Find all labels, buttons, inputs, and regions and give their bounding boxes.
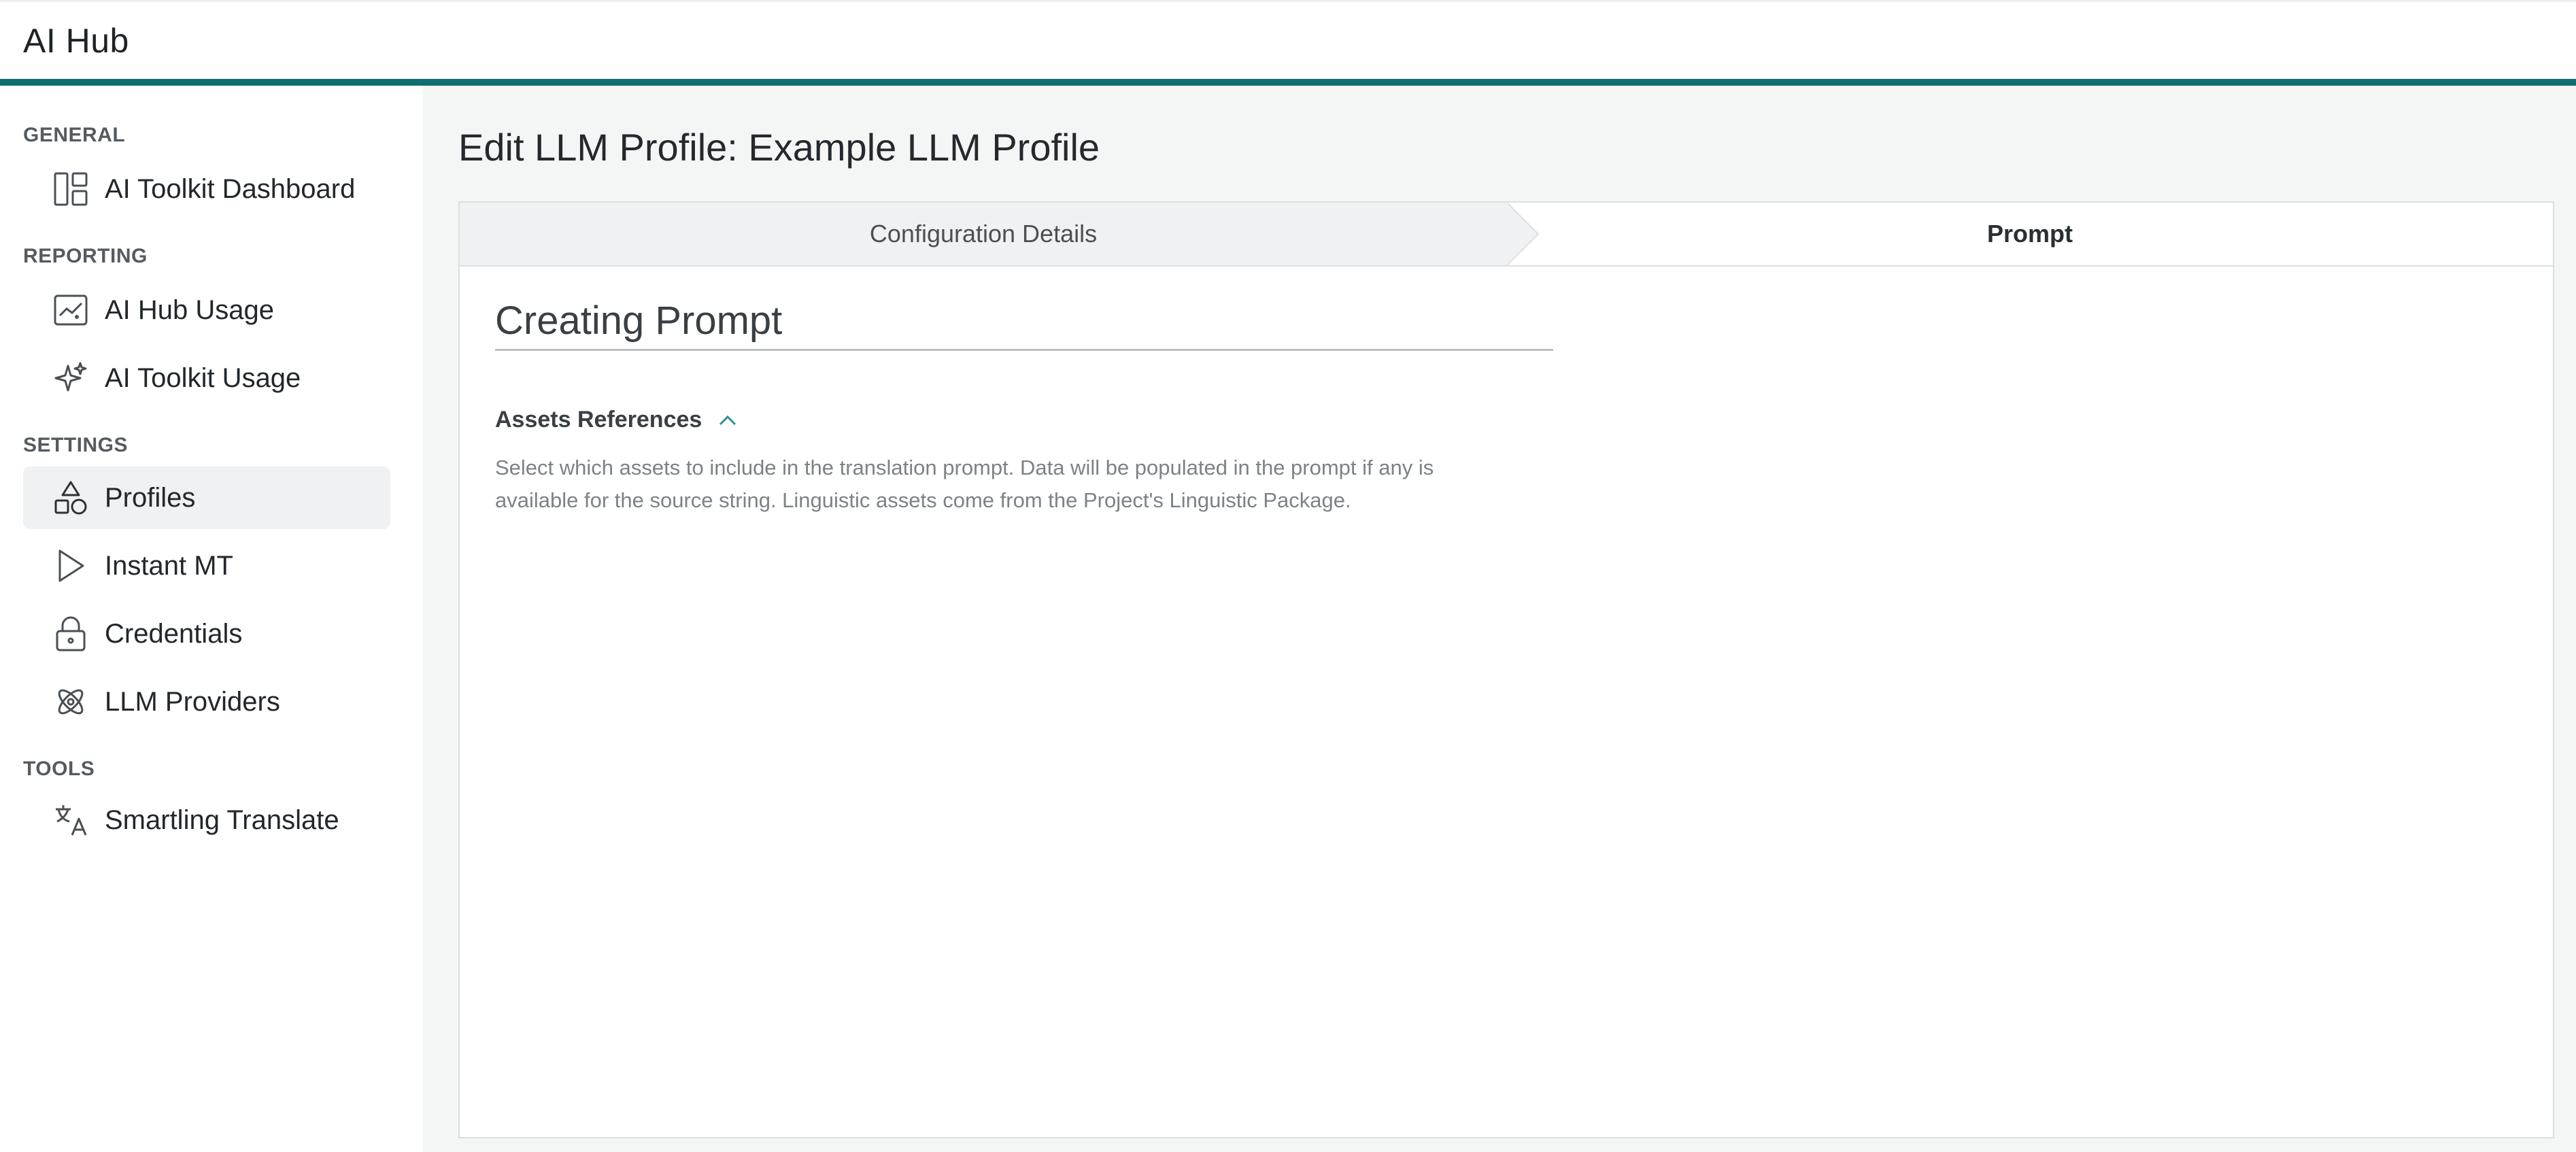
play-icon <box>52 547 90 585</box>
nav-section-settings: SETTINGS <box>23 434 129 456</box>
step-label: Configuration Details <box>869 220 1098 248</box>
nav-section-reporting: REPORTING <box>23 245 148 267</box>
edit-profile-card: Configuration Details Prompt Creating Pr… <box>458 201 2554 1138</box>
creating-prompt-panel: Creating Prompt Assets References Select… <box>460 267 1595 1009</box>
assets-help-line: Select which assets to include in the tr… <box>495 456 1434 479</box>
page-title: Edit LLM Profile: Example LLM Profile <box>458 126 1100 169</box>
shapes-icon <box>52 479 90 517</box>
sidebar: GENERAL AI Toolkit Dashboard REPORTING A… <box>0 86 423 1152</box>
stepper: Configuration Details Prompt <box>460 203 2553 267</box>
nav-section-tools: TOOLS <box>23 758 95 780</box>
sidebar-item-smartling-translate[interactable]: Smartling Translate <box>23 789 390 851</box>
sidebar-item-label: LLM Providers <box>105 686 280 717</box>
sidebar-item-ai-hub-usage[interactable]: AI Hub Usage <box>23 279 390 341</box>
sidebar-item-ai-toolkit-usage[interactable]: AI Toolkit Usage <box>23 347 390 409</box>
assets-help-line: available for the source string. Linguis… <box>495 488 1351 512</box>
sidebar-item-label: AI Toolkit Usage <box>105 362 301 393</box>
sidebar-item-label: AI Toolkit Dashboard <box>105 173 356 204</box>
step-configuration-details[interactable]: Configuration Details <box>460 203 1507 265</box>
main-content: Edit LLM Profile: Example LLM Profile Co… <box>423 86 2576 1152</box>
chevron-up-icon <box>719 415 736 425</box>
sidebar-item-label: AI Hub Usage <box>105 294 275 325</box>
sparkle-icon <box>52 359 90 397</box>
step-label: Prompt <box>1987 220 2073 248</box>
sidebar-item-label: Profiles <box>105 482 196 513</box>
hub-usage-icon <box>52 291 90 329</box>
assets-references-toggle[interactable]: Assets References <box>495 407 737 433</box>
sidebar-item-llm-providers[interactable]: LLM Providers <box>23 671 390 733</box>
lock-icon <box>52 615 90 653</box>
sidebar-item-ai-toolkit-dashboard[interactable]: AI Toolkit Dashboard <box>23 158 390 220</box>
app-title: AI Hub <box>23 22 129 60</box>
sidebar-item-profiles[interactable]: Profiles <box>23 467 390 529</box>
translate-icon <box>52 801 90 839</box>
creating-prompt-heading: Creating Prompt <box>495 298 1553 351</box>
step-prompt[interactable]: Prompt <box>1507 203 2553 265</box>
sidebar-item-instant-mt[interactable]: Instant MT <box>23 535 390 597</box>
sidebar-item-label: Smartling Translate <box>105 804 339 835</box>
nav-section-general: GENERAL <box>23 124 126 146</box>
sidebar-item-label: Credentials <box>105 618 243 649</box>
top-bar: AI Hub <box>0 0 2576 86</box>
sidebar-item-label: Instant MT <box>105 550 233 581</box>
sidebar-item-credentials[interactable]: Credentials <box>23 603 390 665</box>
assets-help-text: Select which assets to include in the tr… <box>495 452 1434 517</box>
atom-icon <box>52 683 90 721</box>
step-arrow-icon <box>1507 203 1540 265</box>
assets-references-title: Assets References <box>495 407 702 433</box>
dashboard-icon <box>52 170 90 208</box>
